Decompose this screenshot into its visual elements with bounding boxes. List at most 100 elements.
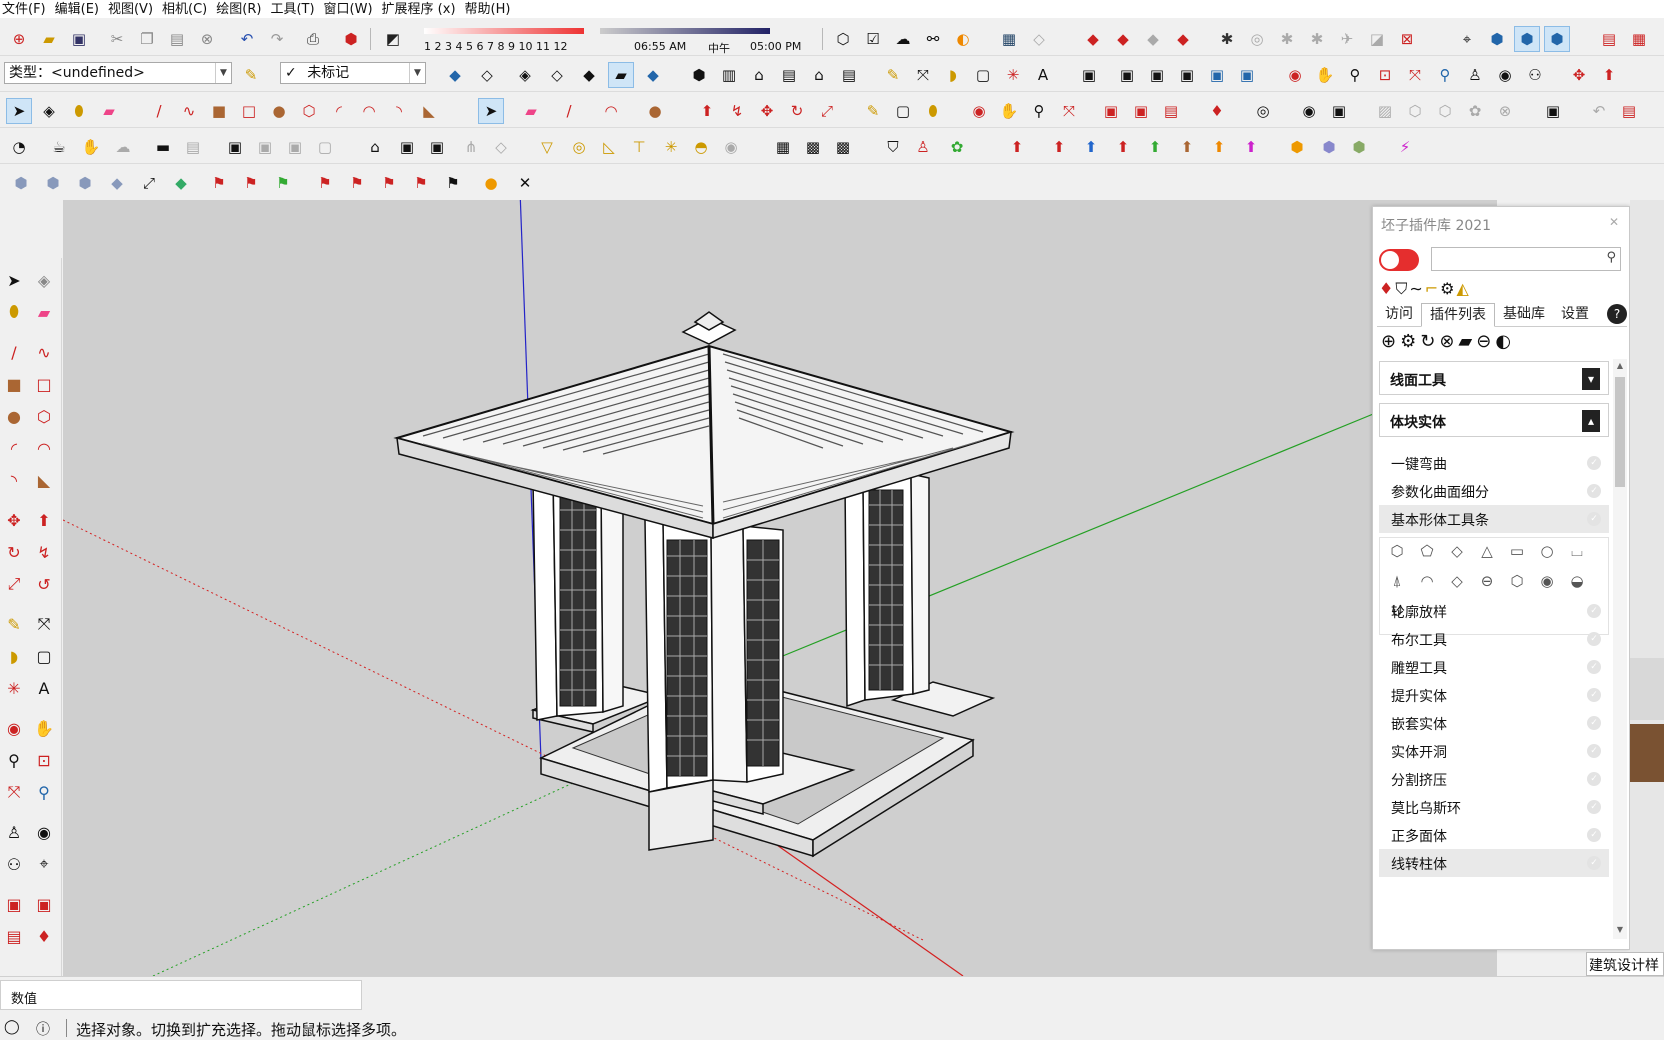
sphere-shape-icon[interactable]: ◉ <box>1536 572 1558 594</box>
mini-f-icon[interactable]: ◆ <box>168 170 194 196</box>
scene-e-icon[interactable]: ◪ <box>1364 26 1390 52</box>
protractor-icon[interactable]: ◗ <box>940 62 966 88</box>
sphere-icon[interactable]: ◉ <box>718 134 744 160</box>
pushpull-tool-icon[interactable]: ⬆ <box>30 506 58 534</box>
ruby-tool-icon[interactable]: ♦ <box>30 922 58 950</box>
3d-text-icon[interactable]: A <box>1030 62 1056 88</box>
paint-style-icon[interactable]: ✎ <box>238 62 264 88</box>
measurements-box[interactable]: 数值 <box>0 980 362 1010</box>
lamp-icon[interactable]: ⊤ <box>626 134 652 160</box>
cut-icon[interactable]: ✂ <box>104 26 130 52</box>
menu-camera[interactable]: 相机(C) <box>160 1 214 18</box>
mini-i-icon[interactable]: ⚑ <box>270 170 296 196</box>
scene-a-icon[interactable]: ◎ <box>1244 26 1270 52</box>
wedge-icon[interactable]: ◇ <box>1446 542 1468 564</box>
grid-b-icon[interactable]: ▩ <box>800 134 826 160</box>
expand-icon[interactable]: ▾ <box>1582 368 1600 390</box>
list-item[interactable]: 正多面体 ✓ <box>1379 821 1609 849</box>
mini-a-icon[interactable]: ⬢ <box>8 170 34 196</box>
scale-icon[interactable]: ⤢ <box>814 98 840 124</box>
shield-icon[interactable]: ⛉ <box>880 134 906 160</box>
scene-c-icon[interactable]: ✱ <box>1304 26 1330 52</box>
monochrome-icon[interactable]: ◆ <box>640 62 666 88</box>
rotate-tool-icon[interactable]: ↻ <box>0 538 28 566</box>
axes-tool-icon[interactable]: ✳ <box>0 674 28 702</box>
pan-2-icon[interactable]: ✋ <box>996 98 1022 124</box>
check-icon[interactable]: ✓ <box>1587 456 1601 470</box>
select-2-icon[interactable]: ➤ <box>478 98 504 124</box>
wrench-icon[interactable]: ✕ <box>512 170 538 196</box>
circle-tool-icon[interactable]: ● <box>0 402 28 430</box>
freehand-tool-icon[interactable]: ∿ <box>30 338 58 366</box>
group-b-icon[interactable]: ▣ <box>1114 62 1140 88</box>
target-icon[interactable]: ◎ <box>566 134 592 160</box>
mini-j-icon[interactable]: ⚑ <box>312 170 338 196</box>
funnel-icon[interactable]: ▽ <box>534 134 560 160</box>
print-icon[interactable]: ⎙ <box>300 26 326 52</box>
menu-window[interactable]: 窗口(W) <box>322 1 380 18</box>
check-icon[interactable]: ✓ <box>1587 800 1601 814</box>
tape-2-icon[interactable]: ✎ <box>860 98 886 124</box>
line-2-icon[interactable]: / <box>556 98 582 124</box>
tab-base-library[interactable]: 基础库 <box>1495 303 1553 326</box>
text-icon[interactable]: ▢ <box>970 62 996 88</box>
help-icon[interactable]: ? <box>1607 304 1627 324</box>
scroll-up-icon[interactable]: ▲ <box>1613 361 1627 373</box>
axes-icon[interactable]: ✳ <box>1000 62 1026 88</box>
new-file-icon[interactable]: ⊕ <box>6 26 32 52</box>
cube-icon[interactable]: ⬡ <box>1386 542 1408 564</box>
walk-tool-icon[interactable]: ⚇ <box>0 850 28 878</box>
plugin-a-icon[interactable]: ◆ <box>1080 26 1106 52</box>
corner-label[interactable]: 建筑设计样 <box>1586 952 1664 976</box>
refresh-icon[interactable]: ↻ <box>1420 331 1435 352</box>
pan-tool-icon[interactable]: ✋ <box>30 714 58 742</box>
rect-tool-icon[interactable]: ■ <box>0 370 28 398</box>
check-icon[interactable]: ✓ <box>1587 744 1601 758</box>
pause-icon[interactable]: ◐ <box>1495 331 1511 352</box>
rotated-rect-icon[interactable]: □ <box>236 98 262 124</box>
zoom-tool-icon[interactable]: ⚲ <box>0 746 28 774</box>
arc-4-icon[interactable]: ◠ <box>598 98 624 124</box>
warehouse-tool-icon[interactable]: ▣ <box>0 890 28 918</box>
select-tool-icon[interactable]: ➤ <box>0 266 28 294</box>
extension-icon[interactable]: ◇ <box>1026 26 1052 52</box>
arc-tool-icon[interactable]: ◜ <box>0 434 28 462</box>
extension-wh-icon[interactable]: ▤ <box>1158 98 1184 124</box>
list-item[interactable]: 莫比乌斯环 ✓ <box>1379 793 1609 821</box>
mini-g-icon[interactable]: ⚑ <box>206 170 232 196</box>
shield-icon[interactable]: ⛉ <box>1395 279 1407 299</box>
grass-icon[interactable]: ⋔ <box>458 134 484 160</box>
orbit-2-icon[interactable]: ◉ <box>966 98 992 124</box>
tag-combo[interactable]: ✓ 未标记 ▼ <box>280 62 426 84</box>
wave-icon[interactable]: ∼ <box>1409 279 1422 299</box>
bracket-icon[interactable]: ⌐ <box>1425 279 1438 299</box>
trimble-icon[interactable]: ◐ <box>950 26 976 52</box>
list-item[interactable]: 嵌套实体 ✓ <box>1379 709 1609 737</box>
group-a-icon[interactable]: ▣ <box>1076 62 1102 88</box>
style-combo[interactable]: 类型：<undefined> ▼ <box>4 62 232 84</box>
terrain-a-icon[interactable]: ▬ <box>150 134 176 160</box>
list-item[interactable]: 分割挤压 ✓ <box>1379 765 1609 793</box>
info-circle-icon[interactable]: ⓘ <box>36 1019 50 1039</box>
circle-icon[interactable]: ● <box>266 98 292 124</box>
list-item[interactable]: 实体开洞 ✓ <box>1379 737 1609 765</box>
section-line-face-tools[interactable]: 线面工具 ▾ <box>1379 361 1609 395</box>
check-icon[interactable]: ✓ <box>1587 688 1601 702</box>
dome-shape-icon[interactable]: ◠ <box>1416 572 1438 594</box>
film-icon[interactable]: ✱ <box>1214 26 1240 52</box>
circle-2-icon[interactable]: ● <box>642 98 668 124</box>
teapot-icon[interactable]: ☕ <box>46 134 72 160</box>
previous-view-icon[interactable]: ⚲ <box>1432 62 1458 88</box>
follow-me-icon[interactable]: ↯ <box>724 98 750 124</box>
stack-d-icon[interactable]: ⬆ <box>1110 134 1136 160</box>
eraser-icon[interactable]: ▰ <box>96 98 122 124</box>
top-view-icon[interactable]: ▥ <box>716 62 742 88</box>
tool-x-icon[interactable]: ▤ <box>1596 26 1622 52</box>
tool-y-icon[interactable]: ▦ <box>1626 26 1652 52</box>
shaded-textures-icon[interactable]: ▰ <box>608 62 634 88</box>
zoom-icon[interactable]: ⚲ <box>1342 62 1368 88</box>
section-tool-icon[interactable]: ⌖ <box>30 850 58 878</box>
material-swatch-wood[interactable] <box>1630 724 1664 782</box>
check-icon[interactable]: ✓ <box>1587 716 1601 730</box>
check-icon[interactable]: ✓ <box>1587 604 1601 618</box>
